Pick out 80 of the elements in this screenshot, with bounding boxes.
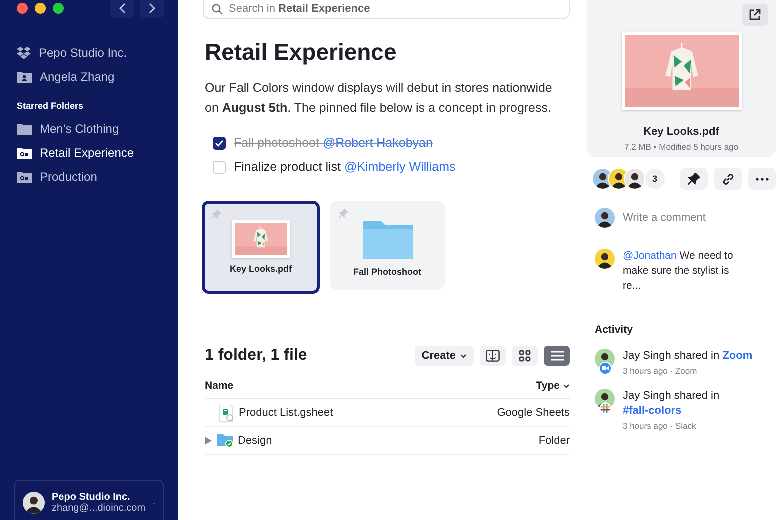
- section-heading: Starred Folders: [17, 101, 85, 111]
- pin-icon: [339, 209, 348, 218]
- file-type: Folder: [538, 434, 570, 446]
- avatar: [595, 208, 615, 228]
- link-button[interactable]: [714, 168, 742, 190]
- expand-arrow-icon[interactable]: [205, 436, 212, 444]
- mention-link[interactable]: @Kimberly Williams: [344, 160, 456, 174]
- dropbox-icon: [17, 46, 31, 60]
- spreadsheet-file-icon: [219, 404, 235, 422]
- account-switcher[interactable]: Pepo Studio Inc. zhang@...dioinc.com: [14, 480, 164, 520]
- caret-icon: [460, 354, 467, 358]
- grid-view-button[interactable]: [512, 346, 538, 366]
- synced-folder-icon: [217, 433, 234, 448]
- avatar: [595, 249, 615, 269]
- checkbox[interactable]: [213, 136, 226, 150]
- close-window-button[interactable]: [17, 2, 28, 14]
- viewer-count: 3: [644, 168, 666, 190]
- chevron-right-icon: [148, 2, 156, 14]
- column-header[interactable]: Name: [205, 380, 234, 392]
- column-header[interactable]: Type: [536, 380, 570, 392]
- caret-icon: [563, 384, 570, 388]
- file-name: Key Looks.pdf: [644, 126, 720, 138]
- pin-icon: [212, 210, 221, 219]
- mention-link[interactable]: @Robert Hakobyan: [322, 136, 433, 150]
- checkmark-icon: [215, 140, 224, 146]
- file-type: Google Sheets: [497, 406, 570, 418]
- video-camera-icon: [599, 362, 612, 375]
- file-meta: 7.2 MB • Modified 5 hours ago: [624, 142, 738, 152]
- sidebar-item[interactable]: Retail Experience: [17, 141, 164, 165]
- zoom-window-button[interactable]: [53, 2, 64, 14]
- avatar: [23, 492, 45, 514]
- chevron-left-icon: [118, 2, 126, 14]
- back-button[interactable]: [110, 0, 134, 18]
- activity-meta: 3 hours ago · Zoom: [623, 366, 698, 376]
- hash-logo-icon: [599, 402, 612, 415]
- mention-link[interactable]: @Jonathan: [623, 250, 677, 262]
- activity-link[interactable]: Zoom: [722, 350, 753, 362]
- finder-icon: [486, 350, 500, 362]
- list-view-button[interactable]: [544, 346, 570, 366]
- task-text: Fall photoshoot @Robert Hakobyan: [234, 136, 433, 150]
- activity-meta: 3 hours ago · Slack: [623, 421, 698, 431]
- item-count-heading: 1 folder, 1 file: [205, 347, 308, 365]
- activity-text: Jay Singh shared in #fall-colors: [623, 389, 721, 419]
- folder-icon: [17, 123, 32, 135]
- page-title: Retail Experience: [205, 39, 398, 66]
- comment-text: @Jonathan We need to make sure the stylist is re...: [623, 249, 734, 294]
- file-name[interactable]: Design: [238, 434, 272, 446]
- folder-icon: [360, 219, 414, 261]
- minimize-window-button[interactable]: [35, 2, 46, 14]
- pin-button[interactable]: [680, 168, 708, 190]
- avatar: [624, 168, 646, 190]
- search-field[interactable]: Search in Retail Experience: [203, 0, 570, 19]
- shared-folder-icon: [17, 171, 32, 183]
- section-heading: Activity: [595, 324, 634, 336]
- open-external-button[interactable]: [742, 4, 768, 26]
- list-icon: [550, 351, 564, 361]
- file-name[interactable]: Product List.gsheet: [239, 406, 334, 418]
- shared-folder-icon: [17, 147, 32, 159]
- pinned-item[interactable]: Fall Photoshoot: [330, 201, 445, 290]
- description-text: Our Fall Colors window displays will debut in stores nationwide on August 5th. The pinned file below is a concept in progress.: [205, 80, 554, 117]
- sidebar-item[interactable]: Men’s Clothing: [17, 117, 164, 141]
- external-link-icon: [749, 9, 761, 21]
- search-icon: [212, 4, 223, 14]
- task-text: Finalize product list @Kimberly Williams: [234, 160, 456, 174]
- more-button[interactable]: [748, 168, 776, 190]
- forward-button[interactable]: [140, 0, 164, 18]
- comment-field[interactable]: Write a comment: [623, 212, 706, 224]
- create-button[interactable]: Create: [414, 346, 474, 366]
- link-icon: [722, 172, 734, 186]
- pinned-item[interactable]: Key Looks.pdf: [202, 201, 320, 294]
- sidebar-item[interactable]: Pepo Studio Inc.: [17, 41, 164, 65]
- activity-text: Jay Singh shared in Zoom: [623, 349, 753, 364]
- person-folder-icon: [17, 71, 32, 83]
- finder-button[interactable]: [480, 346, 506, 366]
- activity-link[interactable]: #fall-colors: [623, 405, 682, 417]
- sidebar-item[interactable]: Angela Zhang: [17, 65, 164, 89]
- pin-icon: [688, 173, 700, 185]
- grid-icon: [519, 350, 531, 362]
- sidebar-item[interactable]: Production: [17, 165, 164, 189]
- more-icon: [756, 178, 768, 180]
